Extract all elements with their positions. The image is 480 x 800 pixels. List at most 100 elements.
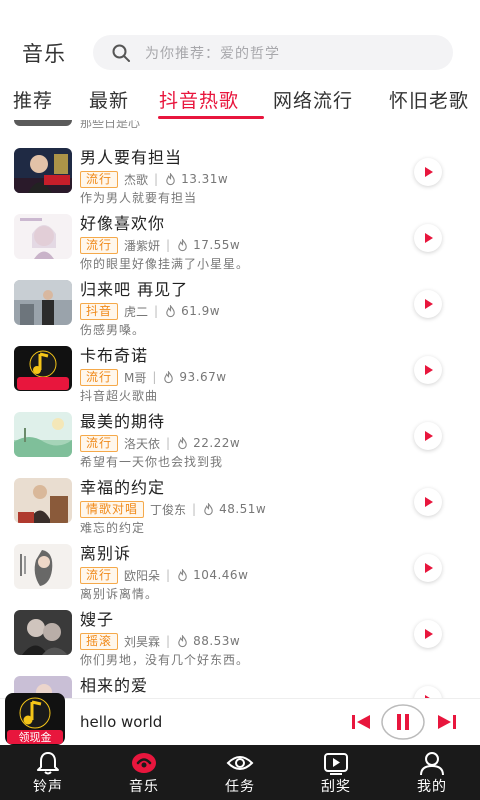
user-icon xyxy=(420,752,444,776)
genre-tag: 流行 xyxy=(80,236,119,254)
heat-icon xyxy=(178,568,187,581)
nav-item-mine[interactable]: 我的 xyxy=(384,745,480,800)
play-button[interactable] xyxy=(414,686,442,698)
play-button[interactable] xyxy=(414,422,442,450)
song-title: 幸福的约定 xyxy=(80,478,166,497)
song-desc: 作为男人就要有担当 xyxy=(80,191,198,205)
tab-recommend[interactable]: 推荐 xyxy=(13,86,53,113)
music-icon xyxy=(132,753,156,773)
tab-classic-old[interactable]: 怀旧老歌 xyxy=(389,86,469,113)
song-meta: 流行 潘紫妍 | 17.55w xyxy=(80,236,240,254)
divider: | xyxy=(152,370,157,384)
header: 音乐 为你推荐：爱的哲学 xyxy=(0,0,480,80)
song-title: 嫂子 xyxy=(80,610,115,629)
song-desc: 你的眼里好像挂满了小星星。 xyxy=(80,257,250,271)
singer-name: 欧阳朵 xyxy=(124,568,161,583)
list-item[interactable]: 好像喜欢你 流行 潘紫妍 | 17.55w 你的眼里好像挂满了小星星。 xyxy=(0,214,480,280)
search-placeholder: 为你推荐：爱的哲学 xyxy=(145,46,280,62)
song-title: 好像喜欢你 xyxy=(80,214,166,233)
song-cover xyxy=(14,412,72,457)
divider: | xyxy=(154,304,159,318)
pause-button[interactable] xyxy=(380,702,426,742)
song-meta: 流行 M哥 | 93.67w xyxy=(80,368,227,386)
search-bar[interactable]: 为你推荐：爱的哲学 xyxy=(93,35,453,70)
play-button[interactable] xyxy=(414,554,442,582)
divider: | xyxy=(166,436,171,450)
song-meta: 流行 洛天依 | 22.22w xyxy=(80,434,240,452)
song-meta: 流行 欧阳朵 | 104.46w xyxy=(80,566,248,584)
play-button[interactable] xyxy=(414,356,442,384)
song-title: 相来的爱 xyxy=(80,676,149,695)
play-button[interactable] xyxy=(414,158,442,186)
heat-icon xyxy=(204,502,213,515)
list-item[interactable]: 嫂子 摇滚 刘昊霖 | 88.53w 你们男地，没有几个好东西。 xyxy=(0,610,480,676)
nav-item-tasks[interactable]: 任务 xyxy=(192,745,288,800)
player-cover[interactable]: 领现金 xyxy=(5,693,65,745)
tab-douyin-hot[interactable]: 抖音热歌 xyxy=(159,86,239,113)
eye-icon xyxy=(226,756,254,770)
song-desc: 抖音超火歌曲 xyxy=(80,389,159,403)
player-cover-label: 领现金 xyxy=(19,730,52,744)
song-cover xyxy=(14,280,72,325)
divider: | xyxy=(166,568,171,582)
singer-name: 虎二 xyxy=(124,304,149,319)
song-desc: 希望有一天你也会找到我 xyxy=(80,455,224,469)
nav-item-music[interactable]: 音乐 xyxy=(96,745,192,800)
play-icon xyxy=(425,365,433,375)
song-cover xyxy=(14,148,72,193)
singer-name: 潘紫妍 xyxy=(124,238,161,253)
song-cover xyxy=(14,478,72,523)
song-list[interactable]: 那些日是心 男人要有担当 流行 杰歌 | 13.31w 作为男人就要有担当 好像… xyxy=(0,120,480,698)
song-desc: 你们男地，没有几个好东西。 xyxy=(80,653,250,667)
list-item[interactable]: 幸福的约定 情歌对唱 丁俊东 | 48.51w 难忘的约定 xyxy=(0,478,480,544)
nav-item-scratch[interactable]: 刮奖 xyxy=(288,745,384,800)
singer-name: M哥 xyxy=(124,370,147,385)
genre-tag: 流行 xyxy=(80,170,119,188)
play-button[interactable] xyxy=(414,620,442,648)
previous-icon[interactable] xyxy=(350,713,372,731)
singer-name: 洛天依 xyxy=(124,436,161,451)
list-item[interactable]: 相来的爱 xyxy=(0,676,480,698)
play-count: 13.31w xyxy=(181,172,229,186)
nav-label: 音乐 xyxy=(129,779,159,795)
active-tab-indicator xyxy=(158,116,264,119)
divider: | xyxy=(166,238,171,252)
singer-name: 丁俊东 xyxy=(150,502,187,517)
divider: | xyxy=(166,634,171,648)
play-button[interactable] xyxy=(414,290,442,318)
category-tabs: 推荐 最新 抖音热歌 网络流行 怀旧老歌 xyxy=(0,80,480,120)
play-icon xyxy=(425,167,433,177)
play-icon xyxy=(425,299,433,309)
tab-network-popular[interactable]: 网络流行 xyxy=(273,86,353,113)
list-item[interactable]: 离别诉 流行 欧阳朵 | 104.46w 离别诉离情。 xyxy=(0,544,480,610)
song-meta: 摇滚 刘昊霖 | 88.53w xyxy=(80,632,240,650)
genre-tag: 流行 xyxy=(80,368,119,386)
list-item[interactable]: 卡布奇诺 流行 M哥 | 93.67w 抖音超火歌曲 xyxy=(0,346,480,412)
heat-icon xyxy=(178,634,187,647)
heat-icon xyxy=(164,370,174,383)
song-title: 离别诉 xyxy=(80,544,132,563)
heat-icon xyxy=(178,436,187,449)
divider: | xyxy=(154,172,159,186)
song-title: 归来吧 再见了 xyxy=(80,280,189,299)
play-count: 17.55w xyxy=(193,238,241,252)
play-button[interactable] xyxy=(414,488,442,516)
song-desc: 那些日是心 xyxy=(80,120,141,130)
song-cover xyxy=(14,214,72,259)
play-button[interactable] xyxy=(414,224,442,252)
play-icon xyxy=(425,497,433,507)
list-item[interactable]: 男人要有担当 流行 杰歌 | 13.31w 作为男人就要有担当 xyxy=(0,148,480,214)
list-item[interactable]: 最美的期待 流行 洛天依 | 22.22w 希望有一天你也会找到我 xyxy=(0,412,480,478)
mini-player[interactable]: 领现金 hello world xyxy=(0,693,480,745)
nav-item-ringtone[interactable]: 铃声 xyxy=(0,745,96,800)
play-count: 93.67w xyxy=(179,370,227,384)
song-desc: 离别诉离情。 xyxy=(80,587,159,601)
song-cover xyxy=(14,544,72,589)
tab-latest[interactable]: 最新 xyxy=(89,86,129,113)
list-item[interactable]: 归来吧 再见了 抖音 虎二 | 61.9w 伤感男嗓。 xyxy=(0,280,480,346)
genre-tag: 抖音 xyxy=(80,302,119,320)
singer-name: 刘昊霖 xyxy=(124,634,161,649)
next-icon[interactable] xyxy=(436,713,458,731)
heat-icon xyxy=(178,238,187,251)
list-item-partial: 那些日是心 xyxy=(0,120,480,132)
